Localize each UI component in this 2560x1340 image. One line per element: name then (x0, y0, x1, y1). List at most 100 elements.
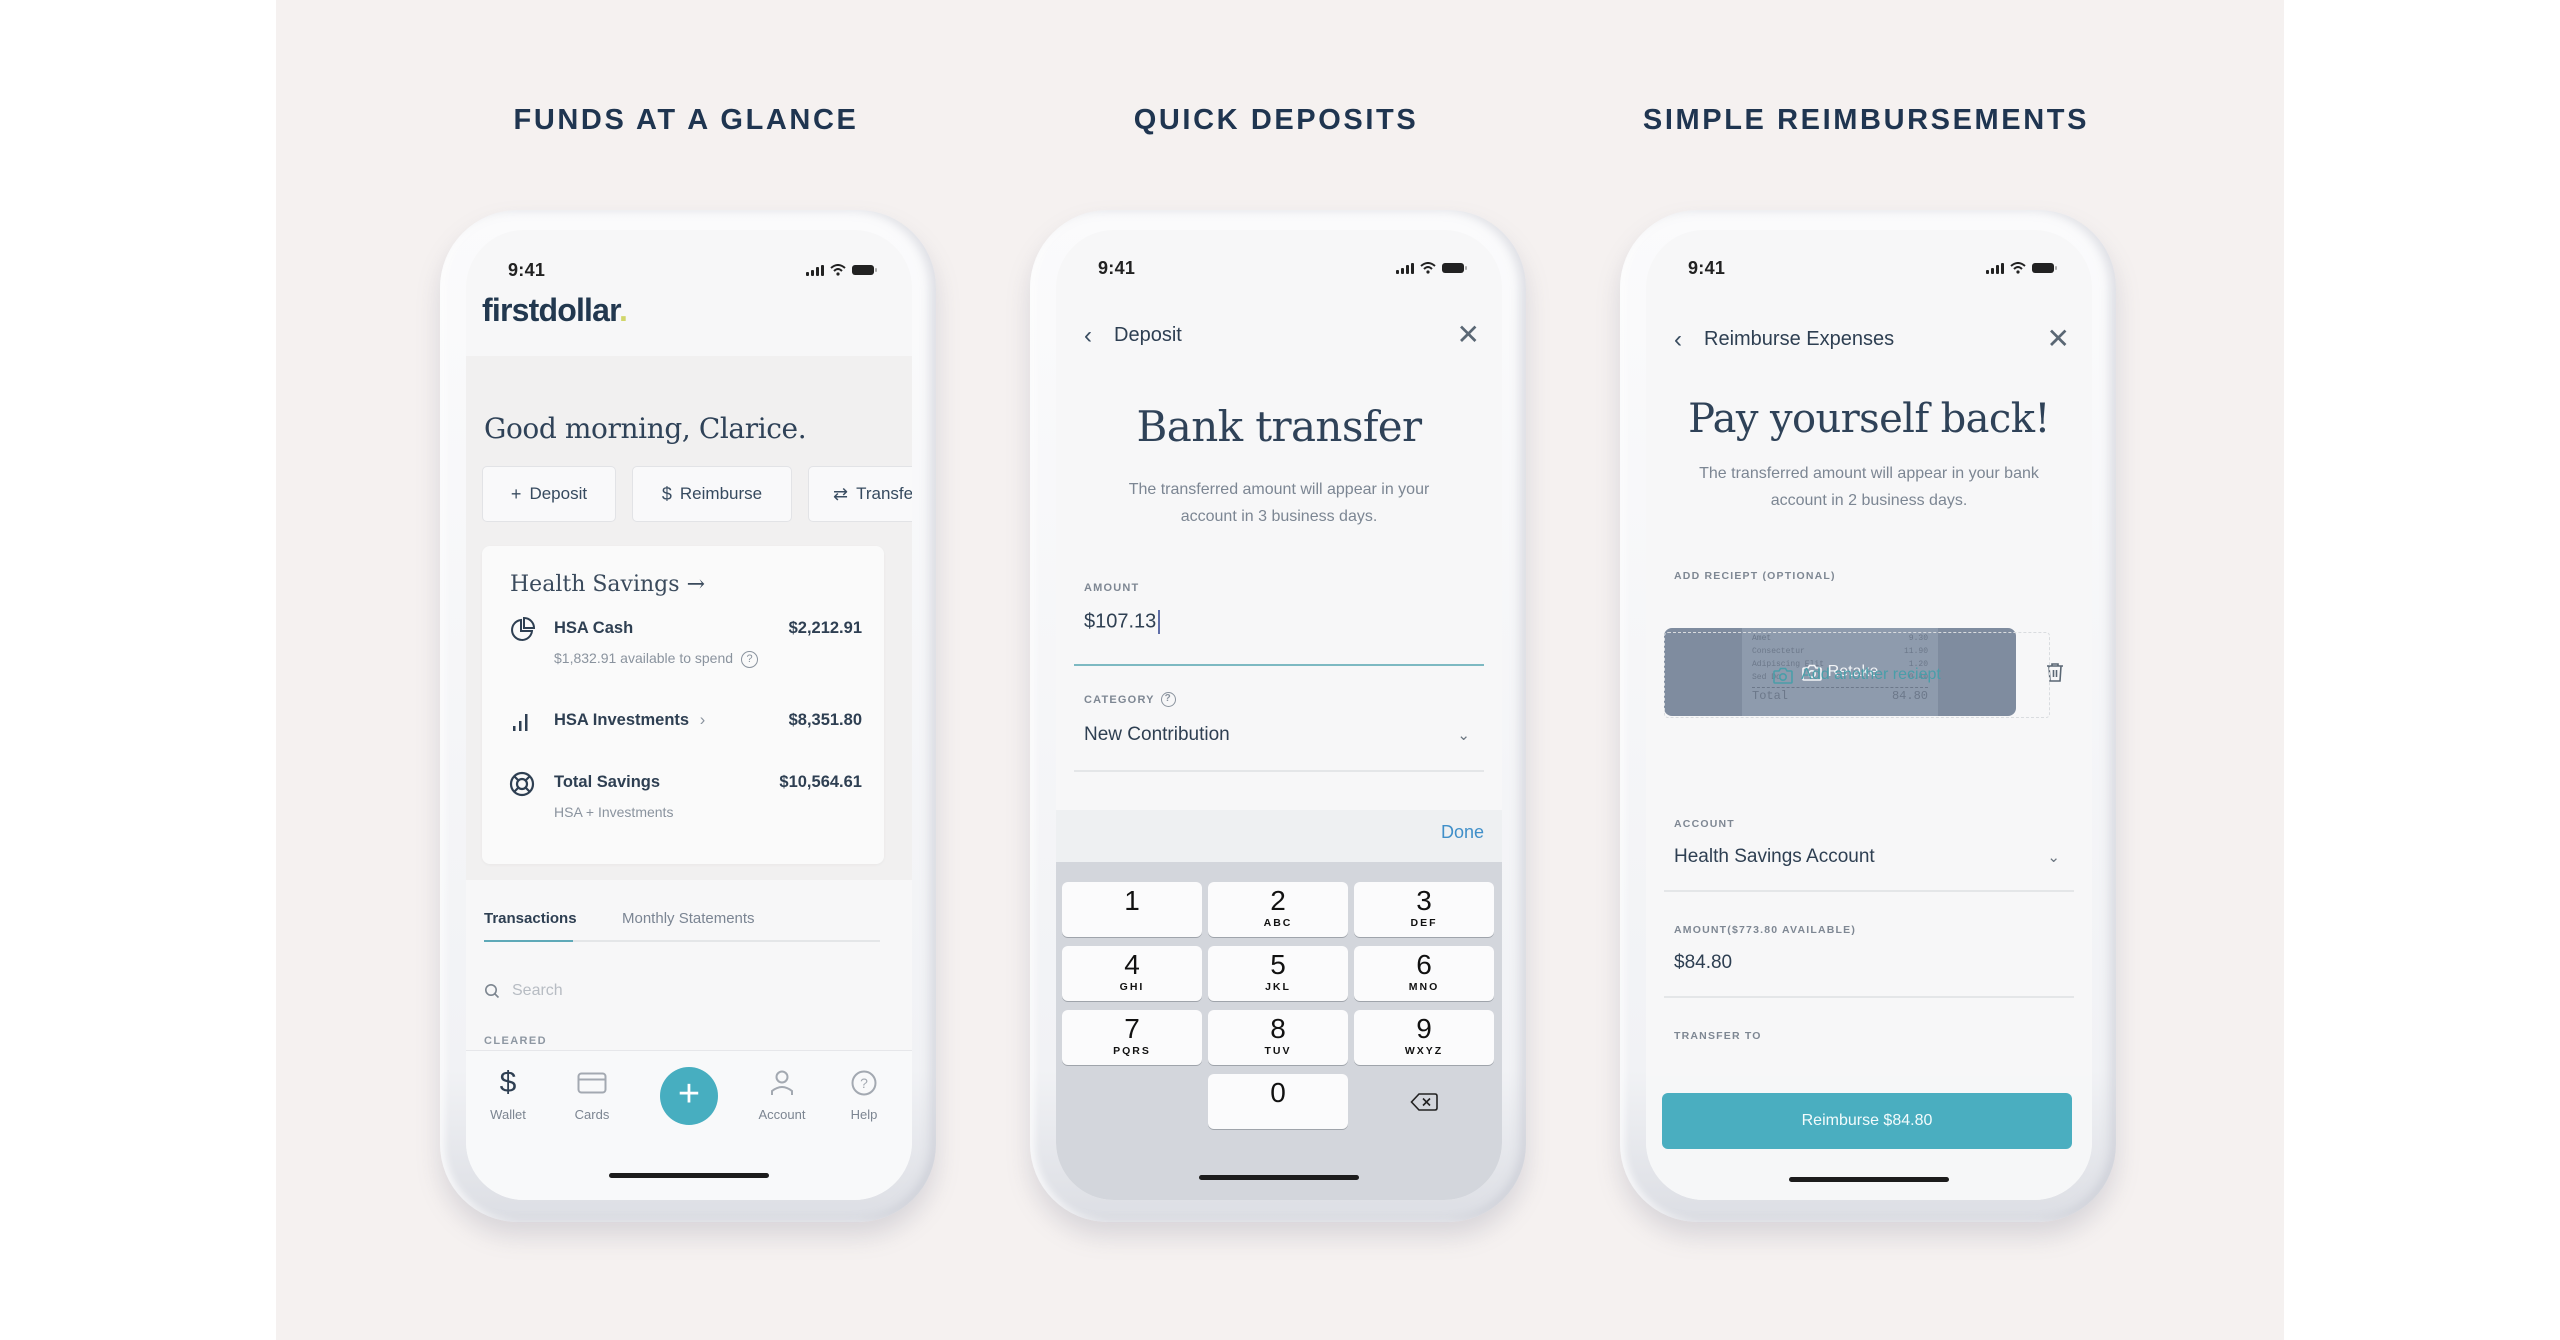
amount-underline (1664, 996, 2074, 998)
home-indicator (1199, 1175, 1359, 1180)
reimburse-screen: 9:41 ‹ Reimburse Expenses ✕ Pay yourself… (1646, 230, 2092, 1200)
key-0[interactable]: 0 (1208, 1074, 1348, 1129)
total-savings-row: Total Savings $10,564.61 HSA + Investmen… (508, 770, 862, 830)
tabbar-wallet[interactable]: $ Wallet (468, 1063, 548, 1122)
transfer-to-label: TRANSFER TO (1674, 1030, 1762, 1042)
key-9[interactable]: 9 WXYZ (1354, 1010, 1494, 1065)
account-underline (1664, 890, 2074, 892)
greeting: Good morning, Clarice. (484, 412, 807, 445)
hsa-investments-value: $8,351.80 (788, 711, 862, 729)
back-icon[interactable]: ‹ (1674, 326, 1682, 354)
reimburse-submit-button[interactable]: Reimburse $84.80 (1662, 1093, 2072, 1149)
phone-reimburse: 9:41 ‹ Reimburse Expenses ✕ Pay yourself… (1620, 210, 2116, 1222)
receipt-label: ADD RECIEPT (OPTIONAL) (1674, 570, 1836, 582)
key-6[interactable]: 6 MNO (1354, 946, 1494, 1001)
heading-funds: FUNDS AT A GLANCE (513, 104, 859, 136)
home-summary: Good morning, Clarice. + Deposit $ Reimb… (466, 356, 912, 880)
key-letters: WXYZ (1404, 1045, 1444, 1057)
chevron-down-icon[interactable]: ⌄ (2047, 848, 2060, 866)
deposit-screen: 9:41 ‹ Deposit ✕ Bank transfer The trans… (1056, 230, 1502, 1200)
key-digit: 7 (1124, 1013, 1140, 1044)
add-fab-button[interactable]: + (660, 1067, 718, 1125)
key-4[interactable]: 4 GHI (1062, 946, 1202, 1001)
plus-icon: + (510, 483, 522, 504)
transfer-button[interactable]: ⇄ Transfe (808, 466, 912, 522)
home-indicator (609, 1173, 769, 1178)
help-icon[interactable]: ? (741, 650, 759, 668)
reimburse-nav: ‹ Reimburse Expenses ✕ (1646, 320, 2092, 360)
close-icon[interactable]: ✕ (2047, 322, 2070, 355)
status-bar: 9:41 (466, 260, 912, 284)
firstdollar-logo: firstdollar. (482, 292, 628, 328)
key-digit: 1 (1124, 885, 1140, 916)
key-letters: ABC (1263, 917, 1293, 929)
camera-icon (1773, 667, 1793, 684)
wifi-icon (830, 264, 846, 276)
key-7[interactable]: 7 PQRS (1062, 1010, 1202, 1065)
tabbar-account[interactable]: Account (742, 1063, 822, 1122)
key-letters: GHI (1119, 981, 1145, 993)
account-select[interactable]: Health Savings Account (1674, 846, 1875, 868)
health-savings-title[interactable]: Health Savings → (510, 572, 705, 597)
hsa-cash-row[interactable]: HSA Cash $2,212.91 $1,832.91 available t… (508, 616, 862, 676)
user-icon (771, 1070, 793, 1095)
phone-deposit: 9:41 ‹ Deposit ✕ Bank transfer The trans… (1030, 210, 1526, 1222)
dollar-icon: $ (661, 483, 672, 504)
backspace-key[interactable] (1354, 1074, 1494, 1129)
tabbar-cards[interactable]: Cards (552, 1063, 632, 1122)
key-digit: 8 (1270, 1013, 1286, 1044)
chevron-right-icon: › (699, 711, 706, 729)
key-letters: PQRS (1113, 1045, 1151, 1057)
phone-home: 9:41 firstdollar. Good morning, Clarice.… (440, 210, 936, 1222)
signal-icon (1986, 262, 2004, 274)
tab-monthly-statements[interactable]: Monthly Statements (622, 910, 755, 927)
key-1[interactable]: 1 (1062, 882, 1202, 937)
arrow-right-icon: → (686, 572, 705, 597)
amount-input[interactable]: $84.80 (1674, 952, 1732, 974)
svg-text:?: ? (860, 1075, 868, 1091)
cleared-section-label: CLEARED (484, 1035, 547, 1047)
wifi-icon (2010, 262, 2026, 274)
key-3[interactable]: 3 DEF (1354, 882, 1494, 937)
home-indicator (1789, 1177, 1949, 1182)
key-digit: 4 (1124, 949, 1140, 980)
lifebuoy-icon (509, 771, 535, 797)
status-bar: 9:41 (1646, 258, 2092, 282)
key-letters: TUV (1264, 1045, 1292, 1057)
help-icon: ? (851, 1070, 877, 1096)
key-5[interactable]: 5 JKL (1208, 946, 1348, 1001)
reimburse-button[interactable]: $ Reimburse (632, 466, 792, 522)
add-receipt-button[interactable]: Add another reciept (1664, 632, 2050, 718)
search-icon (485, 984, 500, 999)
key-digit: 6 (1416, 949, 1432, 980)
signal-icon (806, 264, 824, 276)
tab-transactions[interactable]: Transactions (484, 910, 577, 942)
battery-icon (2032, 263, 2057, 273)
tabbar-help[interactable]: ? Help (824, 1063, 904, 1122)
key-digit: 3 (1416, 885, 1432, 916)
key-2[interactable]: 2 ABC (1208, 882, 1348, 937)
total-savings-value: $10,564.61 (779, 773, 862, 791)
transactions-tabs: Transactions Monthly Statements (484, 902, 880, 942)
heading-deposits: QUICK DEPOSITS (1133, 104, 1419, 136)
key-digit: 0 (1270, 1077, 1286, 1108)
backspace-icon (1410, 1092, 1438, 1111)
page-subtitle: The transferred amount will appear in yo… (1699, 465, 2039, 509)
key-8[interactable]: 8 TUV (1208, 1010, 1348, 1065)
search-input[interactable]: Search (484, 982, 563, 1000)
deposit-button[interactable]: + Deposit (482, 466, 616, 522)
health-savings-card[interactable]: Health Savings → HSA Cash $2,212.91 $1,8… (482, 546, 884, 864)
key-letters: DEF (1410, 917, 1438, 929)
hsa-cash-value: $2,212.91 (788, 619, 862, 637)
key-letters: JKL (1265, 981, 1291, 993)
page-title: Pay yourself back! (1688, 396, 2050, 442)
nav-title: Reimburse Expenses (1704, 328, 1895, 350)
transfer-icon: ⇄ (833, 483, 849, 504)
account-label: ACCOUNT (1674, 818, 1735, 830)
amount-label: AMOUNT($773.80 AVAILABLE) (1674, 924, 1857, 936)
card-icon (577, 1072, 607, 1094)
key-digit: 9 (1416, 1013, 1432, 1044)
key-letters: MNO (1408, 981, 1440, 993)
hsa-investments-row[interactable]: HSA Investments › $8,351.80 (508, 708, 862, 738)
bar-chart-icon (513, 714, 528, 731)
